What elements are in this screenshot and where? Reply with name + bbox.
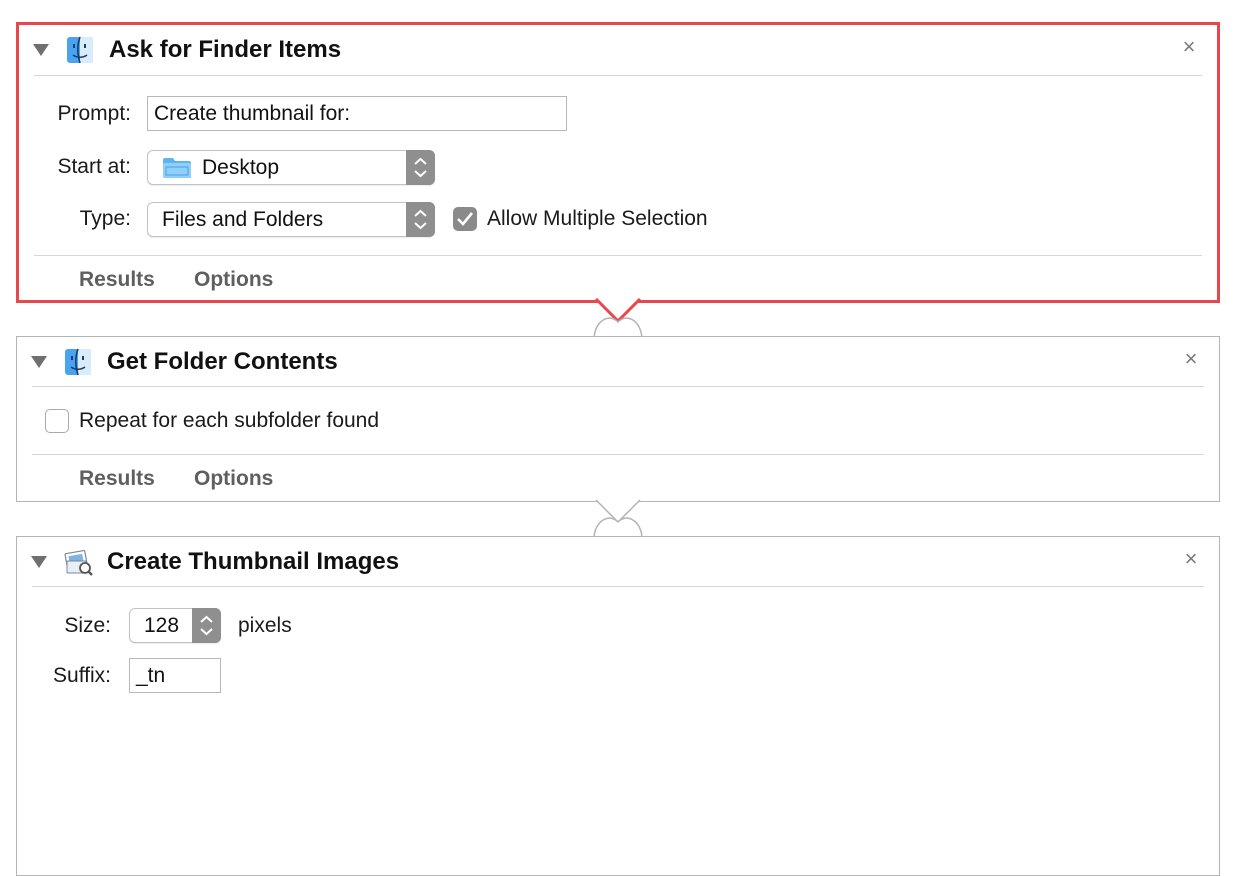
allow-multiple-checkbox[interactable] [453,207,477,231]
suffix-label: Suffix: [53,664,111,687]
prompt-label: Prompt: [57,102,131,125]
checkmark-icon [457,212,474,226]
suffix-field[interactable]: _tn [129,658,221,693]
action-get-folder-contents[interactable]: Get Folder Contents × Repeat for each su… [16,336,1220,502]
popup-chevron-icon [192,608,221,643]
action-connector [593,298,643,339]
repeat-subfolder-label[interactable]: Repeat for each subfolder found [79,409,379,433]
action-header: Ask for Finder Items × [19,25,1217,75]
header-divider [32,586,1204,587]
folder-icon [163,158,191,178]
popup-chevron-icon [406,202,435,237]
prompt-field[interactable]: Create thumbnail for: [147,96,567,131]
close-icon[interactable]: × [1179,36,1199,58]
start-at-label: Start at: [57,155,131,178]
disclosure-triangle-icon[interactable] [33,44,49,56]
action-title: Create Thumbnail Images [107,548,400,575]
size-value: 128 [144,614,180,637]
preview-icon [64,549,93,576]
type-label: Type: [79,207,131,230]
popup-chevron-icon [406,150,435,185]
size-label: Size: [64,614,111,637]
start-at-popup[interactable]: Desktop [147,150,435,185]
start-at-value: Desktop [202,156,280,179]
close-icon[interactable]: × [1181,348,1201,370]
options-tab[interactable]: Options [194,268,273,292]
disclosure-triangle-icon[interactable] [31,556,47,568]
size-unit-label: pixels [238,614,292,637]
options-tab[interactable]: Options [194,467,273,491]
finder-icon [67,36,93,64]
close-icon[interactable]: × [1181,548,1201,570]
type-popup[interactable]: Files and Folders [147,202,435,237]
action-header: Get Folder Contents × [17,337,1219,387]
allow-multiple-label[interactable]: Allow Multiple Selection [487,207,708,231]
action-title: Ask for Finder Items [109,36,342,63]
header-divider [32,386,1204,387]
disclosure-triangle-icon[interactable] [31,356,47,368]
type-value: Files and Folders [162,208,324,231]
action-header: Create Thumbnail Images × [17,537,1219,587]
size-popup[interactable]: 128 [129,608,221,643]
action-connector [593,499,643,538]
repeat-subfolder-checkbox[interactable] [45,409,69,433]
results-tab[interactable]: Results [79,467,155,491]
footer-divider [34,255,1202,256]
footer-divider [32,454,1204,455]
header-divider [34,75,1202,76]
action-ask-for-finder-items[interactable]: Ask for Finder Items × Prompt: Create th… [16,22,1220,303]
action-create-thumbnail-images[interactable]: Create Thumbnail Images × Size: 128 pixe… [16,536,1220,876]
action-title: Get Folder Contents [107,348,338,375]
finder-icon [65,348,91,376]
results-tab[interactable]: Results [79,268,155,292]
